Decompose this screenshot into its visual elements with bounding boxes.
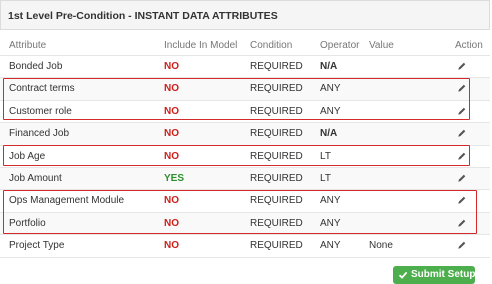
pencil-icon[interactable]: [457, 61, 467, 71]
column-header-attribute: Attribute: [9, 40, 47, 51]
operator-value: N/A: [320, 128, 338, 139]
pencil-icon[interactable]: [457, 173, 467, 183]
column-header-condition: Condition: [250, 40, 293, 51]
include-in-model-value: NO: [164, 61, 179, 72]
operator-value: ANY: [320, 240, 341, 251]
include-in-model-value: NO: [164, 128, 179, 139]
highlight-box-job-age: [3, 145, 470, 166]
column-header-value: Value: [369, 40, 394, 51]
submit-setup-button[interactable]: Submit Setup: [393, 266, 475, 284]
highlight-box-ops-portfolio: [3, 190, 477, 234]
condition-value: REQUIRED: [250, 61, 303, 72]
row-divider: [0, 257, 490, 258]
value-cell: None: [369, 240, 393, 251]
condition-value: REQUIRED: [250, 173, 303, 184]
panel-header: 1st Level Pre-Condition - INSTANT DATA A…: [0, 0, 490, 30]
attribute-name: Financed Job: [9, 128, 70, 139]
table-row: Bonded Job NO REQUIRED N/A: [0, 56, 490, 78]
table-row: Project Type NO REQUIRED ANY None: [0, 235, 490, 257]
condition-value: REQUIRED: [250, 240, 303, 251]
condition-value: REQUIRED: [250, 128, 303, 139]
table-row: Job Amount YES REQUIRED LT: [0, 168, 490, 190]
panel-title: 1st Level Pre-Condition - INSTANT DATA A…: [8, 10, 278, 22]
include-in-model-value: NO: [164, 240, 179, 251]
attribute-name: Project Type: [9, 240, 65, 251]
highlight-box-contract-customer: [3, 78, 470, 120]
attribute-name: Job Amount: [9, 173, 62, 184]
column-header-action: Action: [455, 40, 483, 51]
column-header-operator: Operator: [320, 40, 360, 51]
include-in-model-value: YES: [164, 173, 185, 184]
attributes-panel: 1st Level Pre-Condition - INSTANT DATA A…: [0, 0, 492, 284]
table-row: Financed Job NO REQUIRED N/A: [0, 123, 490, 145]
operator-value: N/A: [320, 61, 338, 72]
pencil-icon[interactable]: [457, 128, 467, 138]
column-header-include: Include In Model: [164, 40, 238, 51]
pencil-icon[interactable]: [457, 240, 467, 250]
operator-value: LT: [320, 173, 331, 184]
attribute-name: Bonded Job: [9, 61, 63, 72]
submit-setup-label: Submit Setup: [411, 269, 476, 280]
